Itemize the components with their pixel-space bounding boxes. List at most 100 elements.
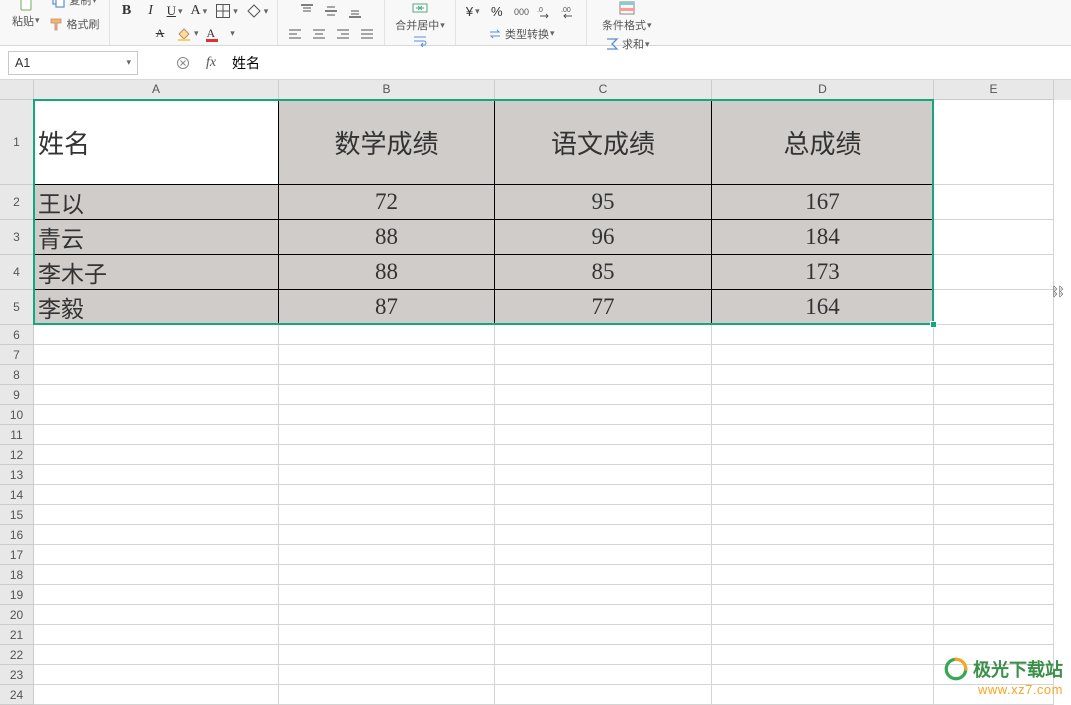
cell[interactable] bbox=[34, 585, 279, 605]
cell[interactable] bbox=[34, 625, 279, 645]
table-data-cell[interactable]: 88 bbox=[279, 220, 495, 255]
cell[interactable] bbox=[712, 405, 934, 425]
table-data-cell[interactable]: 173 bbox=[712, 255, 934, 290]
cell[interactable] bbox=[34, 485, 279, 505]
table-data-cell[interactable]: 青云 bbox=[34, 220, 279, 255]
cell[interactable] bbox=[495, 425, 712, 445]
cell[interactable] bbox=[934, 565, 1054, 585]
table-data-cell[interactable]: 164 bbox=[712, 290, 934, 325]
row-header[interactable]: 21 bbox=[0, 625, 34, 645]
row-header[interactable]: 22 bbox=[0, 645, 34, 665]
cell[interactable] bbox=[34, 545, 279, 565]
cell[interactable] bbox=[34, 445, 279, 465]
cell[interactable] bbox=[279, 685, 495, 705]
cell[interactable] bbox=[495, 585, 712, 605]
cell[interactable] bbox=[712, 425, 934, 445]
row-header[interactable]: 4 bbox=[0, 255, 34, 290]
cell[interactable] bbox=[934, 605, 1054, 625]
cell[interactable] bbox=[712, 545, 934, 565]
row-header[interactable]: 5 bbox=[0, 290, 34, 325]
cell[interactable] bbox=[495, 565, 712, 585]
cell[interactable] bbox=[934, 585, 1054, 605]
cell[interactable] bbox=[495, 545, 712, 565]
font-color-button[interactable]: A▾ bbox=[204, 23, 238, 45]
row-header[interactable]: 14 bbox=[0, 485, 34, 505]
cell[interactable] bbox=[279, 365, 495, 385]
row-headers[interactable]: 123456789101112131415161718192021222324 bbox=[0, 100, 34, 705]
cell[interactable] bbox=[495, 505, 712, 525]
cell[interactable] bbox=[934, 465, 1054, 485]
cell[interactable] bbox=[34, 325, 279, 345]
percent-button[interactable]: % bbox=[486, 0, 508, 22]
cell[interactable] bbox=[279, 605, 495, 625]
italic-button[interactable]: I bbox=[140, 0, 162, 22]
cell[interactable] bbox=[34, 505, 279, 525]
align-center-button[interactable] bbox=[308, 23, 330, 45]
row-header[interactable]: 20 bbox=[0, 605, 34, 625]
decrease-decimal-button[interactable]: .00 bbox=[558, 0, 580, 22]
cell[interactable] bbox=[495, 525, 712, 545]
comma-button[interactable]: 000 bbox=[510, 0, 532, 22]
table-data-cell[interactable]: 李木子 bbox=[34, 255, 279, 290]
cell[interactable] bbox=[279, 665, 495, 685]
cell[interactable] bbox=[934, 485, 1054, 505]
cell[interactable] bbox=[34, 665, 279, 685]
cell[interactable] bbox=[712, 645, 934, 665]
cell[interactable] bbox=[34, 425, 279, 445]
table-data-cell[interactable]: 87 bbox=[279, 290, 495, 325]
cell[interactable] bbox=[934, 185, 1054, 220]
cell[interactable] bbox=[495, 665, 712, 685]
row-header[interactable]: 7 bbox=[0, 345, 34, 365]
row-header[interactable]: 15 bbox=[0, 505, 34, 525]
cell[interactable] bbox=[34, 405, 279, 425]
table-header-cell[interactable]: 语文成绩 bbox=[495, 100, 712, 185]
cell[interactable] bbox=[34, 365, 279, 385]
row-header[interactable]: 1 bbox=[0, 100, 34, 185]
cell[interactable] bbox=[279, 405, 495, 425]
fill-effect-button[interactable]: ▾ bbox=[243, 0, 272, 22]
cell[interactable] bbox=[279, 425, 495, 445]
font-button[interactable]: A▾ bbox=[188, 0, 211, 22]
cell[interactable] bbox=[495, 465, 712, 485]
column-header[interactable]: A bbox=[34, 80, 279, 100]
cell[interactable] bbox=[279, 505, 495, 525]
cell[interactable] bbox=[712, 485, 934, 505]
cell[interactable] bbox=[279, 565, 495, 585]
table-data-cell[interactable]: 167 bbox=[712, 185, 934, 220]
cell[interactable] bbox=[279, 625, 495, 645]
table-data-cell[interactable]: 王以 bbox=[34, 185, 279, 220]
cell[interactable] bbox=[34, 345, 279, 365]
table-data-cell[interactable]: 184 bbox=[712, 220, 934, 255]
cell[interactable] bbox=[934, 685, 1054, 705]
fill-color-button[interactable]: ▾ bbox=[173, 23, 202, 45]
row-header[interactable]: 17 bbox=[0, 545, 34, 565]
cell[interactable] bbox=[34, 685, 279, 705]
cell[interactable] bbox=[934, 405, 1054, 425]
row-header[interactable]: 10 bbox=[0, 405, 34, 425]
row-header[interactable]: 2 bbox=[0, 185, 34, 220]
table-data-cell[interactable]: 96 bbox=[495, 220, 712, 255]
align-left-button[interactable] bbox=[284, 23, 306, 45]
cell[interactable] bbox=[712, 585, 934, 605]
cell[interactable] bbox=[934, 525, 1054, 545]
cell[interactable] bbox=[712, 685, 934, 705]
copy-button[interactable]: 复制▾ bbox=[46, 0, 103, 11]
increase-decimal-button[interactable]: .0 bbox=[534, 0, 556, 22]
column-header[interactable]: B bbox=[279, 80, 495, 100]
table-data-cell[interactable]: 77 bbox=[495, 290, 712, 325]
cell[interactable] bbox=[934, 100, 1054, 185]
select-all-corner[interactable] bbox=[0, 80, 34, 100]
table-header-cell[interactable]: 数学成绩 bbox=[279, 100, 495, 185]
row-header[interactable]: 13 bbox=[0, 465, 34, 485]
cell[interactable] bbox=[279, 465, 495, 485]
cell[interactable] bbox=[934, 545, 1054, 565]
cell[interactable] bbox=[934, 345, 1054, 365]
cell[interactable] bbox=[495, 365, 712, 385]
cell[interactable] bbox=[34, 605, 279, 625]
cell[interactable] bbox=[34, 565, 279, 585]
column-header[interactable]: C bbox=[495, 80, 712, 100]
paste-button[interactable]: 粘贴▾ bbox=[8, 0, 44, 32]
cell[interactable] bbox=[712, 385, 934, 405]
align-middle-button[interactable] bbox=[320, 0, 342, 22]
cell[interactable] bbox=[279, 485, 495, 505]
